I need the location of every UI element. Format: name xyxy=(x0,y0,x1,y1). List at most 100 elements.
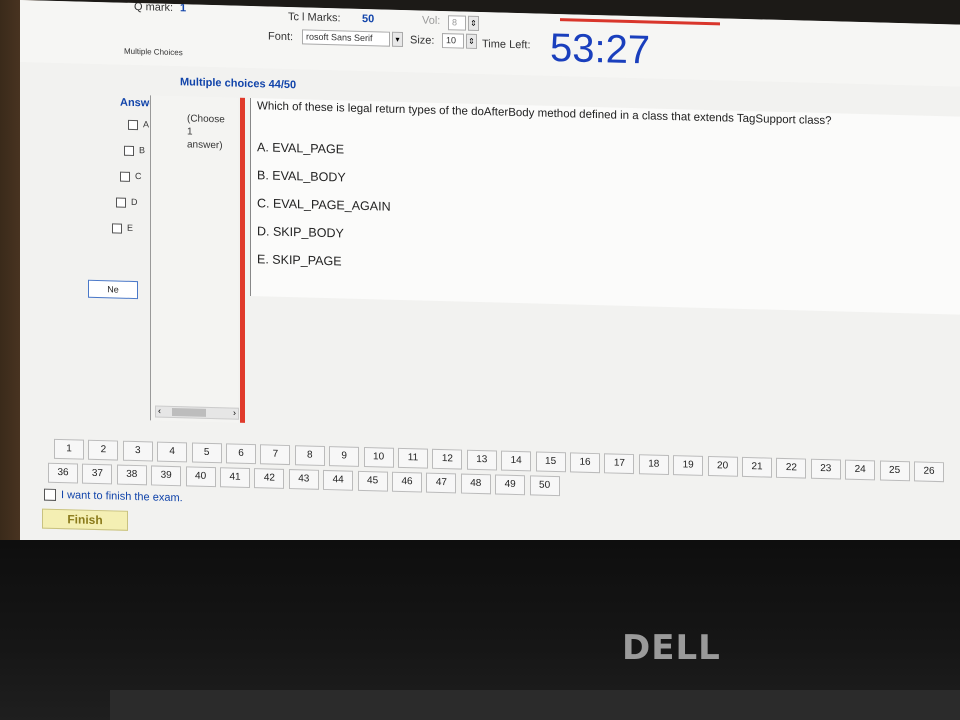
question-nav-button[interactable]: 3 xyxy=(122,440,153,462)
question-nav-button[interactable]: 15 xyxy=(535,451,566,473)
total-marks-value: 50 xyxy=(362,12,375,26)
vol-label: Vol: xyxy=(422,14,441,28)
answer-option-c[interactable]: C xyxy=(120,171,142,182)
mode-label: Multiple Choices xyxy=(124,46,183,58)
question-nav-button[interactable]: 1 xyxy=(54,438,84,460)
answer-option-label: D xyxy=(131,196,138,208)
question-nav-button[interactable]: 50 xyxy=(529,475,560,497)
question-nav-button[interactable]: 46 xyxy=(392,471,422,493)
checkbox-d[interactable] xyxy=(116,197,126,208)
q-mark-value: 1 xyxy=(180,2,187,15)
splitter-bar[interactable] xyxy=(240,97,245,423)
question-nav-button[interactable]: 40 xyxy=(185,466,216,488)
scroll-thumb[interactable] xyxy=(172,407,206,417)
finish-checkbox[interactable] xyxy=(44,488,56,502)
checkbox-e[interactable] xyxy=(112,223,122,234)
question-nav-button[interactable]: 8 xyxy=(294,445,325,466)
question-nav-button[interactable]: 42 xyxy=(254,468,285,489)
size-input[interactable]: 10 xyxy=(442,33,464,49)
question-nav-button[interactable]: 12 xyxy=(432,448,463,470)
checkbox-c[interactable] xyxy=(120,171,130,182)
font-label: Font: xyxy=(268,30,294,44)
vol-spinner[interactable]: ⇕ xyxy=(468,15,479,32)
question-nav-button[interactable]: 16 xyxy=(570,452,600,474)
hint-text: (Choose 1 answer) xyxy=(187,112,237,152)
size-spinner-icon[interactable]: ⇕ xyxy=(466,33,477,49)
answer-option-b[interactable]: B xyxy=(124,145,145,156)
question-nav-button[interactable]: 6 xyxy=(226,443,256,465)
question-nav-button[interactable]: 2 xyxy=(88,439,119,461)
question-nav-button[interactable]: 17 xyxy=(604,453,635,475)
answer-option-a[interactable]: A xyxy=(128,119,149,130)
answer-option-label: B xyxy=(139,145,146,156)
question-nav-button[interactable]: 48 xyxy=(460,473,491,495)
question-nav-button[interactable]: 23 xyxy=(810,458,841,480)
question-nav-button[interactable]: 7 xyxy=(260,444,291,466)
question-option-a: A. EVAL_PAGE xyxy=(257,140,345,157)
question-nav-button[interactable]: 39 xyxy=(151,465,182,487)
laptop-base xyxy=(110,690,960,720)
hint-panel: (Choose 1 answer) ‹ › xyxy=(150,95,239,423)
question-option-c: C. EVAL_PAGE_AGAIN xyxy=(257,196,391,214)
brand-logo: DELL xyxy=(622,628,721,668)
hint-line: 1 xyxy=(187,126,193,138)
question-option-b: B. EVAL_BODY xyxy=(257,168,346,185)
question-text: Which of these is legal return types of … xyxy=(257,100,832,128)
question-nav-button[interactable]: 43 xyxy=(288,469,319,490)
question-nav-button[interactable]: 24 xyxy=(845,459,876,481)
question-nav-button[interactable]: 19 xyxy=(673,455,704,476)
time-left-label: Time Left: xyxy=(482,38,531,52)
question-option-e: E. SKIP_PAGE xyxy=(257,252,342,269)
question-nav-button[interactable]: 44 xyxy=(323,469,354,491)
checkbox-b[interactable] xyxy=(124,145,134,156)
finish-button[interactable]: Finish xyxy=(42,508,128,531)
answer-option-d[interactable]: D xyxy=(116,197,138,208)
font-select[interactable]: rosoft Sans Serif xyxy=(302,29,390,47)
vol-input[interactable]: 8 xyxy=(448,15,466,31)
finish-checkbox-label: I want to finish the exam. xyxy=(61,489,183,505)
exam-window: Q mark: 1 Tc l Marks: 50 Vol: 8 ⇕ Font: … xyxy=(20,0,960,598)
question-nav-button[interactable]: 18 xyxy=(638,454,669,475)
question-nav-button[interactable]: 38 xyxy=(116,464,147,486)
question-nav-button[interactable]: 41 xyxy=(220,467,250,489)
top-bar: Q mark: 1 Tc l Marks: 50 Vol: 8 ⇕ Font: … xyxy=(20,0,960,87)
question-nav-button[interactable]: 9 xyxy=(329,446,360,467)
progress-line xyxy=(560,18,720,26)
question-pane: Which of these is legal return types of … xyxy=(250,98,960,315)
question-nav-button[interactable]: 10 xyxy=(363,446,394,468)
question-nav-button[interactable]: 25 xyxy=(879,460,910,482)
scroll-left-icon[interactable]: ‹ xyxy=(158,406,161,416)
question-nav-button[interactable]: 26 xyxy=(914,461,944,483)
question-nav-button[interactable]: 45 xyxy=(357,470,388,492)
question-nav-button[interactable]: 11 xyxy=(398,447,428,469)
font-dropdown-icon[interactable]: ▾ xyxy=(392,31,403,48)
scroll-right-icon[interactable]: › xyxy=(233,408,236,418)
question-nav-button[interactable]: 36 xyxy=(48,462,78,484)
question-nav-button[interactable]: 47 xyxy=(426,472,457,494)
question-nav-button[interactable]: 37 xyxy=(82,463,113,485)
question-nav-button[interactable]: 13 xyxy=(466,449,497,471)
question-nav-button[interactable]: 5 xyxy=(191,442,222,464)
answer-option-label: A xyxy=(143,119,150,130)
hint-line: answer) xyxy=(187,139,223,152)
size-label: Size: xyxy=(410,34,435,47)
question-nav-button[interactable]: 21 xyxy=(742,456,772,478)
total-marks-label: Tc l Marks: xyxy=(288,11,341,25)
section-title: Multiple choices 44/50 xyxy=(180,76,297,92)
hint-line: (Choose xyxy=(187,113,225,126)
finish-confirm[interactable]: I want to finish the exam. xyxy=(44,488,183,505)
answer-option-e[interactable]: E xyxy=(112,222,134,234)
question-nav-button[interactable]: 14 xyxy=(501,450,532,472)
answer-option-label: E xyxy=(127,222,134,233)
answer-option-label: C xyxy=(135,171,142,182)
checkbox-a[interactable] xyxy=(128,119,138,130)
question-nav-button[interactable]: 4 xyxy=(157,441,188,463)
countdown-timer: 53:27 xyxy=(550,25,651,73)
question-nav-button[interactable]: 22 xyxy=(776,457,807,479)
horizontal-scrollbar[interactable]: ‹ › xyxy=(155,405,239,420)
next-button[interactable]: Ne xyxy=(88,279,138,300)
question-option-d: D. SKIP_BODY xyxy=(257,224,344,241)
question-nav-button[interactable]: 20 xyxy=(707,456,738,477)
question-nav-button[interactable]: 49 xyxy=(495,474,526,496)
q-mark-label: Q mark: xyxy=(134,0,174,15)
